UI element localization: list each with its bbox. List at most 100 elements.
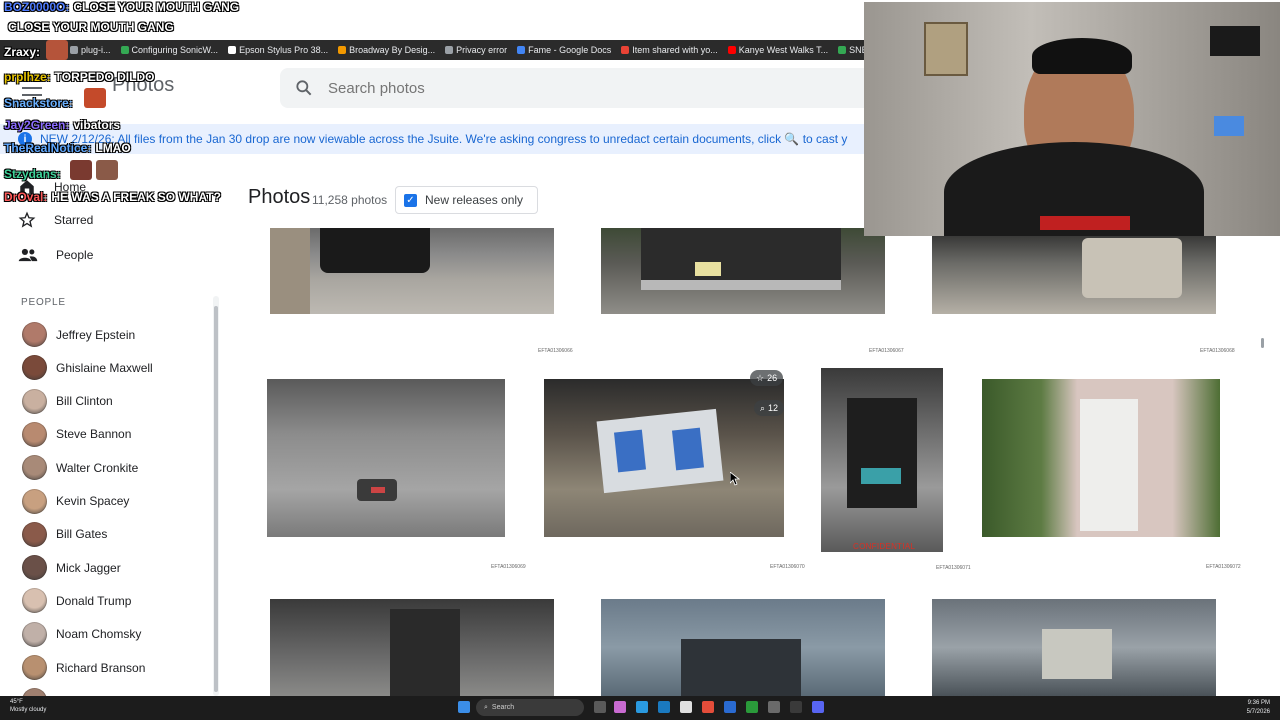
sidebar-scroll-thumb[interactable] [214,306,218,692]
person-item[interactable]: Walter Cronkite [22,455,138,481]
avatar [22,488,47,514]
person-name: Mick Jagger [56,560,121,575]
avatar [22,455,47,481]
person-item[interactable]: Kevin Spacey [22,488,130,514]
emote-icon [70,160,92,180]
person-item[interactable]: Ghislaine Maxwell [22,355,153,381]
photo-tile[interactable] [932,599,1216,696]
chat-text: CLOSE YOUR MOUTH GANG [8,20,174,34]
taskbar: 45°F Mostly cloudy ⌕ Search 9:36 PM 5/7/… [0,696,1280,720]
person-name: Kevin Spacey [56,494,130,508]
chat-username: Snackstore: [4,96,73,110]
edge-icon[interactable] [636,701,648,713]
avatar [22,588,47,614]
chat-text: vibators [73,118,121,132]
main-scrollbar[interactable] [1261,338,1264,348]
bookmark-item[interactable]: Item shared with yo... [621,45,718,55]
chat-message: BOZ0000O: CLOSE YOUR MOUTH GANG [4,0,239,14]
search-bar[interactable] [280,68,880,108]
bookmark-favicon-icon [621,46,630,54]
bookmark-favicon-icon [838,46,847,54]
weather-widget[interactable]: 45°F Mostly cloudy [10,698,46,714]
bookmark-favicon-icon [727,46,736,54]
file-id: EFTA01306067 [869,348,904,354]
nav-people[interactable]: People [18,246,93,264]
obs-icon[interactable] [790,701,802,713]
clock[interactable]: 9:36 PM 5/7/2026 [1247,699,1270,717]
chat-message: Jay2Green: vibators [4,118,120,132]
taskbar-search[interactable]: ⌕ Search [476,699,584,716]
photo-tile[interactable] [601,599,885,696]
checkbox-checked-icon[interactable]: ✓ [404,193,417,207]
store-icon[interactable] [680,701,692,713]
photo-tile[interactable] [932,228,1216,314]
chat-text: CLOSE YOUR MOUTH GANG [73,0,240,14]
photo-tile[interactable] [601,228,885,314]
avatar [22,521,47,547]
taskbar-search-label: Search [491,704,515,711]
clock-date: 5/7/2026 [1246,709,1270,715]
bookmark-label: Fame - Google Docs [528,45,612,55]
nav-starred[interactable]: Starred [18,211,93,229]
avatar [22,355,47,381]
chat-message: prplhze: TORPEDO DILDO [4,70,154,84]
photo-tile[interactable] [544,379,784,537]
bookmark-item[interactable]: Kanye West Walks T... [727,45,828,55]
xbox-icon[interactable] [746,701,758,713]
chat-message: DrOval: HE WAS A FREAK SO WHAT? [4,190,221,204]
search-input[interactable] [326,78,830,98]
photo-tile[interactable] [821,368,943,552]
photo-tile[interactable] [270,599,554,696]
copilot-icon[interactable] [614,701,626,713]
weather-temp: 45°F [10,699,23,705]
person-name: Steve Bannon [56,427,132,442]
new-releases-filter[interactable]: ✓ New releases only [395,186,539,214]
filter-label: New releases only [425,193,524,207]
photo-tile[interactable] [270,228,554,314]
search-count-badge[interactable]: ⌕ 12 [754,400,785,416]
person-name: Ghislaine Maxwell [56,360,153,375]
person-name: Donald Trump [56,593,132,608]
chrome-icon[interactable] [702,701,714,713]
person-item[interactable]: Richard Branson [22,655,145,680]
person-name: Noam Chomsky [56,627,142,642]
person-item[interactable]: Bill Gates [22,521,107,547]
bookmark-item[interactable]: Broadway By Desig... [338,45,435,55]
emote-icon [96,160,118,180]
bookmark-item[interactable]: Fame - Google Docs [517,45,611,55]
avatar [22,388,47,414]
person-item[interactable]: Donald Trump [22,588,132,614]
editor-icon[interactable] [724,701,736,713]
webcam-overlay [864,2,1280,236]
chat-username: BOZ0000O: [4,0,70,14]
person-item[interactable]: Jeffrey Epstein [22,322,135,347]
chat-text: HE WAS A FREAK SO WHAT? [51,190,221,204]
search-icon [296,80,312,96]
person-item[interactable]: Mick Jagger [22,555,121,581]
avatar [22,421,47,447]
edge-beta-icon[interactable] [658,701,670,713]
photo-count: 11,258 photos [312,193,388,207]
bookmark-label: Item shared with yo... [632,45,718,55]
discord-icon[interactable] [812,701,824,713]
photo-tile[interactable] [267,379,505,537]
person-item[interactable]: Noam Chomsky [22,621,142,647]
person-item[interactable]: Bill Clinton [22,388,113,414]
star-count-badge[interactable]: ☆ 26 [750,370,784,386]
avatar [22,555,47,581]
file-explorer-icon[interactable] [594,701,606,713]
chat-text: TORPEDO DILDO [54,70,155,84]
chat-username: Jay2Green: [4,118,70,132]
person-item[interactable]: Steve Bannon [22,421,132,447]
person-name: Bill Clinton [56,394,113,409]
bookmark-favicon-icon [338,46,347,54]
bookmark-label: Privacy error [456,45,508,55]
start-icon[interactable] [458,701,470,713]
chat-username: TheRealNotice: [4,141,92,155]
app-icon[interactable] [768,701,780,713]
photo-tile[interactable] [982,379,1220,537]
bookmark-item[interactable]: Privacy error [445,45,507,55]
chat-message: CLOSE YOUR MOUTH GANG [4,20,174,34]
chat-username: Zraxy: [4,45,41,59]
person-name: Jeffrey Epstein [56,327,136,342]
